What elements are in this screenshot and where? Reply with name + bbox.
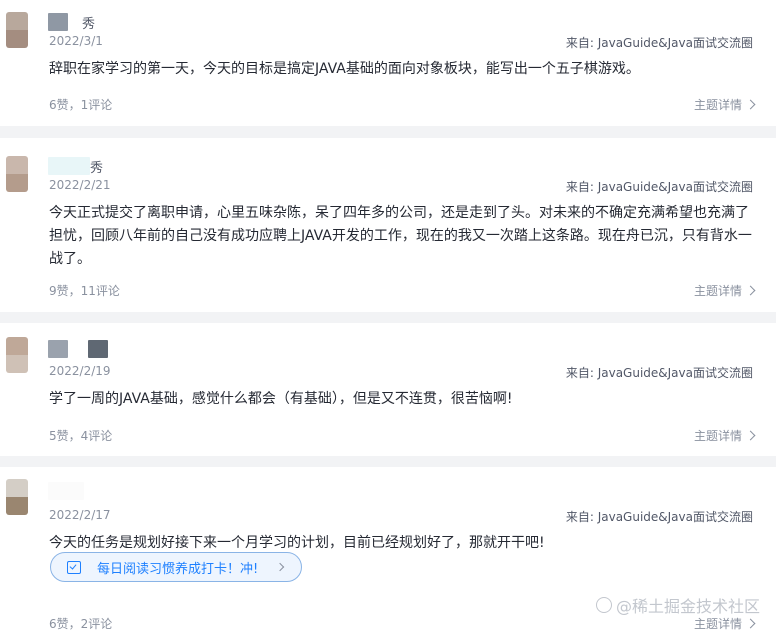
post-date: 2022/3/1 — [49, 34, 103, 48]
chevron-right-icon — [275, 562, 285, 572]
chevron-right-icon — [745, 285, 756, 296]
post-content: 学了一周的JAVA基础，感觉什么都会（有基础），但是又不连贯，很苦恼啊! — [49, 391, 513, 407]
chevron-right-icon — [745, 618, 756, 629]
post-content: 今天正式提交了离职申请，心里五味杂陈，呆了四年多的公司，还是走到了头。对未来的不… — [49, 205, 752, 267]
post-card: 2022/2/19 来自: JavaGuide&Java面试交流圈 学了一周的J… — [0, 323, 776, 456]
post-source[interactable]: 来自: JavaGuide&Java面试交流圈 — [566, 508, 753, 525]
post-source[interactable]: 来自: JavaGuide&Java面试交流圈 — [566, 178, 753, 195]
post-stats: 9赞，11评论 — [49, 284, 120, 298]
avatar[interactable] — [6, 337, 28, 373]
post-date: 2022/2/19 — [49, 364, 111, 378]
topic-detail-link[interactable]: 主题详情 — [694, 427, 756, 444]
author-name[interactable] — [48, 481, 84, 501]
chevron-right-icon — [745, 430, 756, 441]
post-card: 秀 2022/2/21 来自: JavaGuide&Java面试交流圈 今天正式… — [0, 138, 776, 312]
topic-detail-link[interactable]: 主题详情 — [694, 282, 756, 299]
watermark: @稀土掘金技术社区 — [595, 593, 760, 617]
chevron-right-icon — [745, 99, 756, 110]
topic-detail-link[interactable]: 主题详情 — [694, 96, 756, 113]
post-content: 辞职在家学习的第一天，今天的目标是搞定JAVA基础的面向对象板块，能写出一个五子… — [49, 61, 640, 77]
checkin-tag[interactable]: 每日阅读习惯养成打卡！冲! — [50, 552, 302, 582]
avatar[interactable] — [6, 156, 28, 192]
juejin-logo-icon — [595, 597, 612, 613]
post-stats: 6赞，2评论 — [49, 617, 113, 631]
post-source[interactable]: 来自: JavaGuide&Java面试交流圈 — [566, 364, 753, 381]
author-name[interactable]: 秀 — [48, 12, 95, 32]
avatar[interactable] — [6, 12, 28, 48]
post-date: 2022/2/17 — [49, 508, 111, 522]
author-name[interactable] — [48, 339, 108, 359]
checkin-label: 每日阅读习惯养成打卡！冲! — [97, 561, 259, 577]
post-card: 秀 2022/3/1 来自: JavaGuide&Java面试交流圈 辞职在家学… — [0, 0, 776, 126]
topic-feed: 秀 2022/3/1 来自: JavaGuide&Java面试交流圈 辞职在家学… — [0, 0, 776, 635]
author-name[interactable]: 秀 — [48, 156, 103, 176]
checkin-calendar-icon — [67, 560, 81, 574]
post-stats: 5赞，4评论 — [49, 429, 113, 443]
avatar[interactable] — [6, 479, 28, 515]
topic-detail-link[interactable]: 主题详情 — [694, 615, 756, 632]
post-source[interactable]: 来自: JavaGuide&Java面试交流圈 — [566, 34, 753, 51]
post-stats: 6赞，1评论 — [49, 98, 113, 112]
post-date: 2022/2/21 — [49, 178, 111, 192]
